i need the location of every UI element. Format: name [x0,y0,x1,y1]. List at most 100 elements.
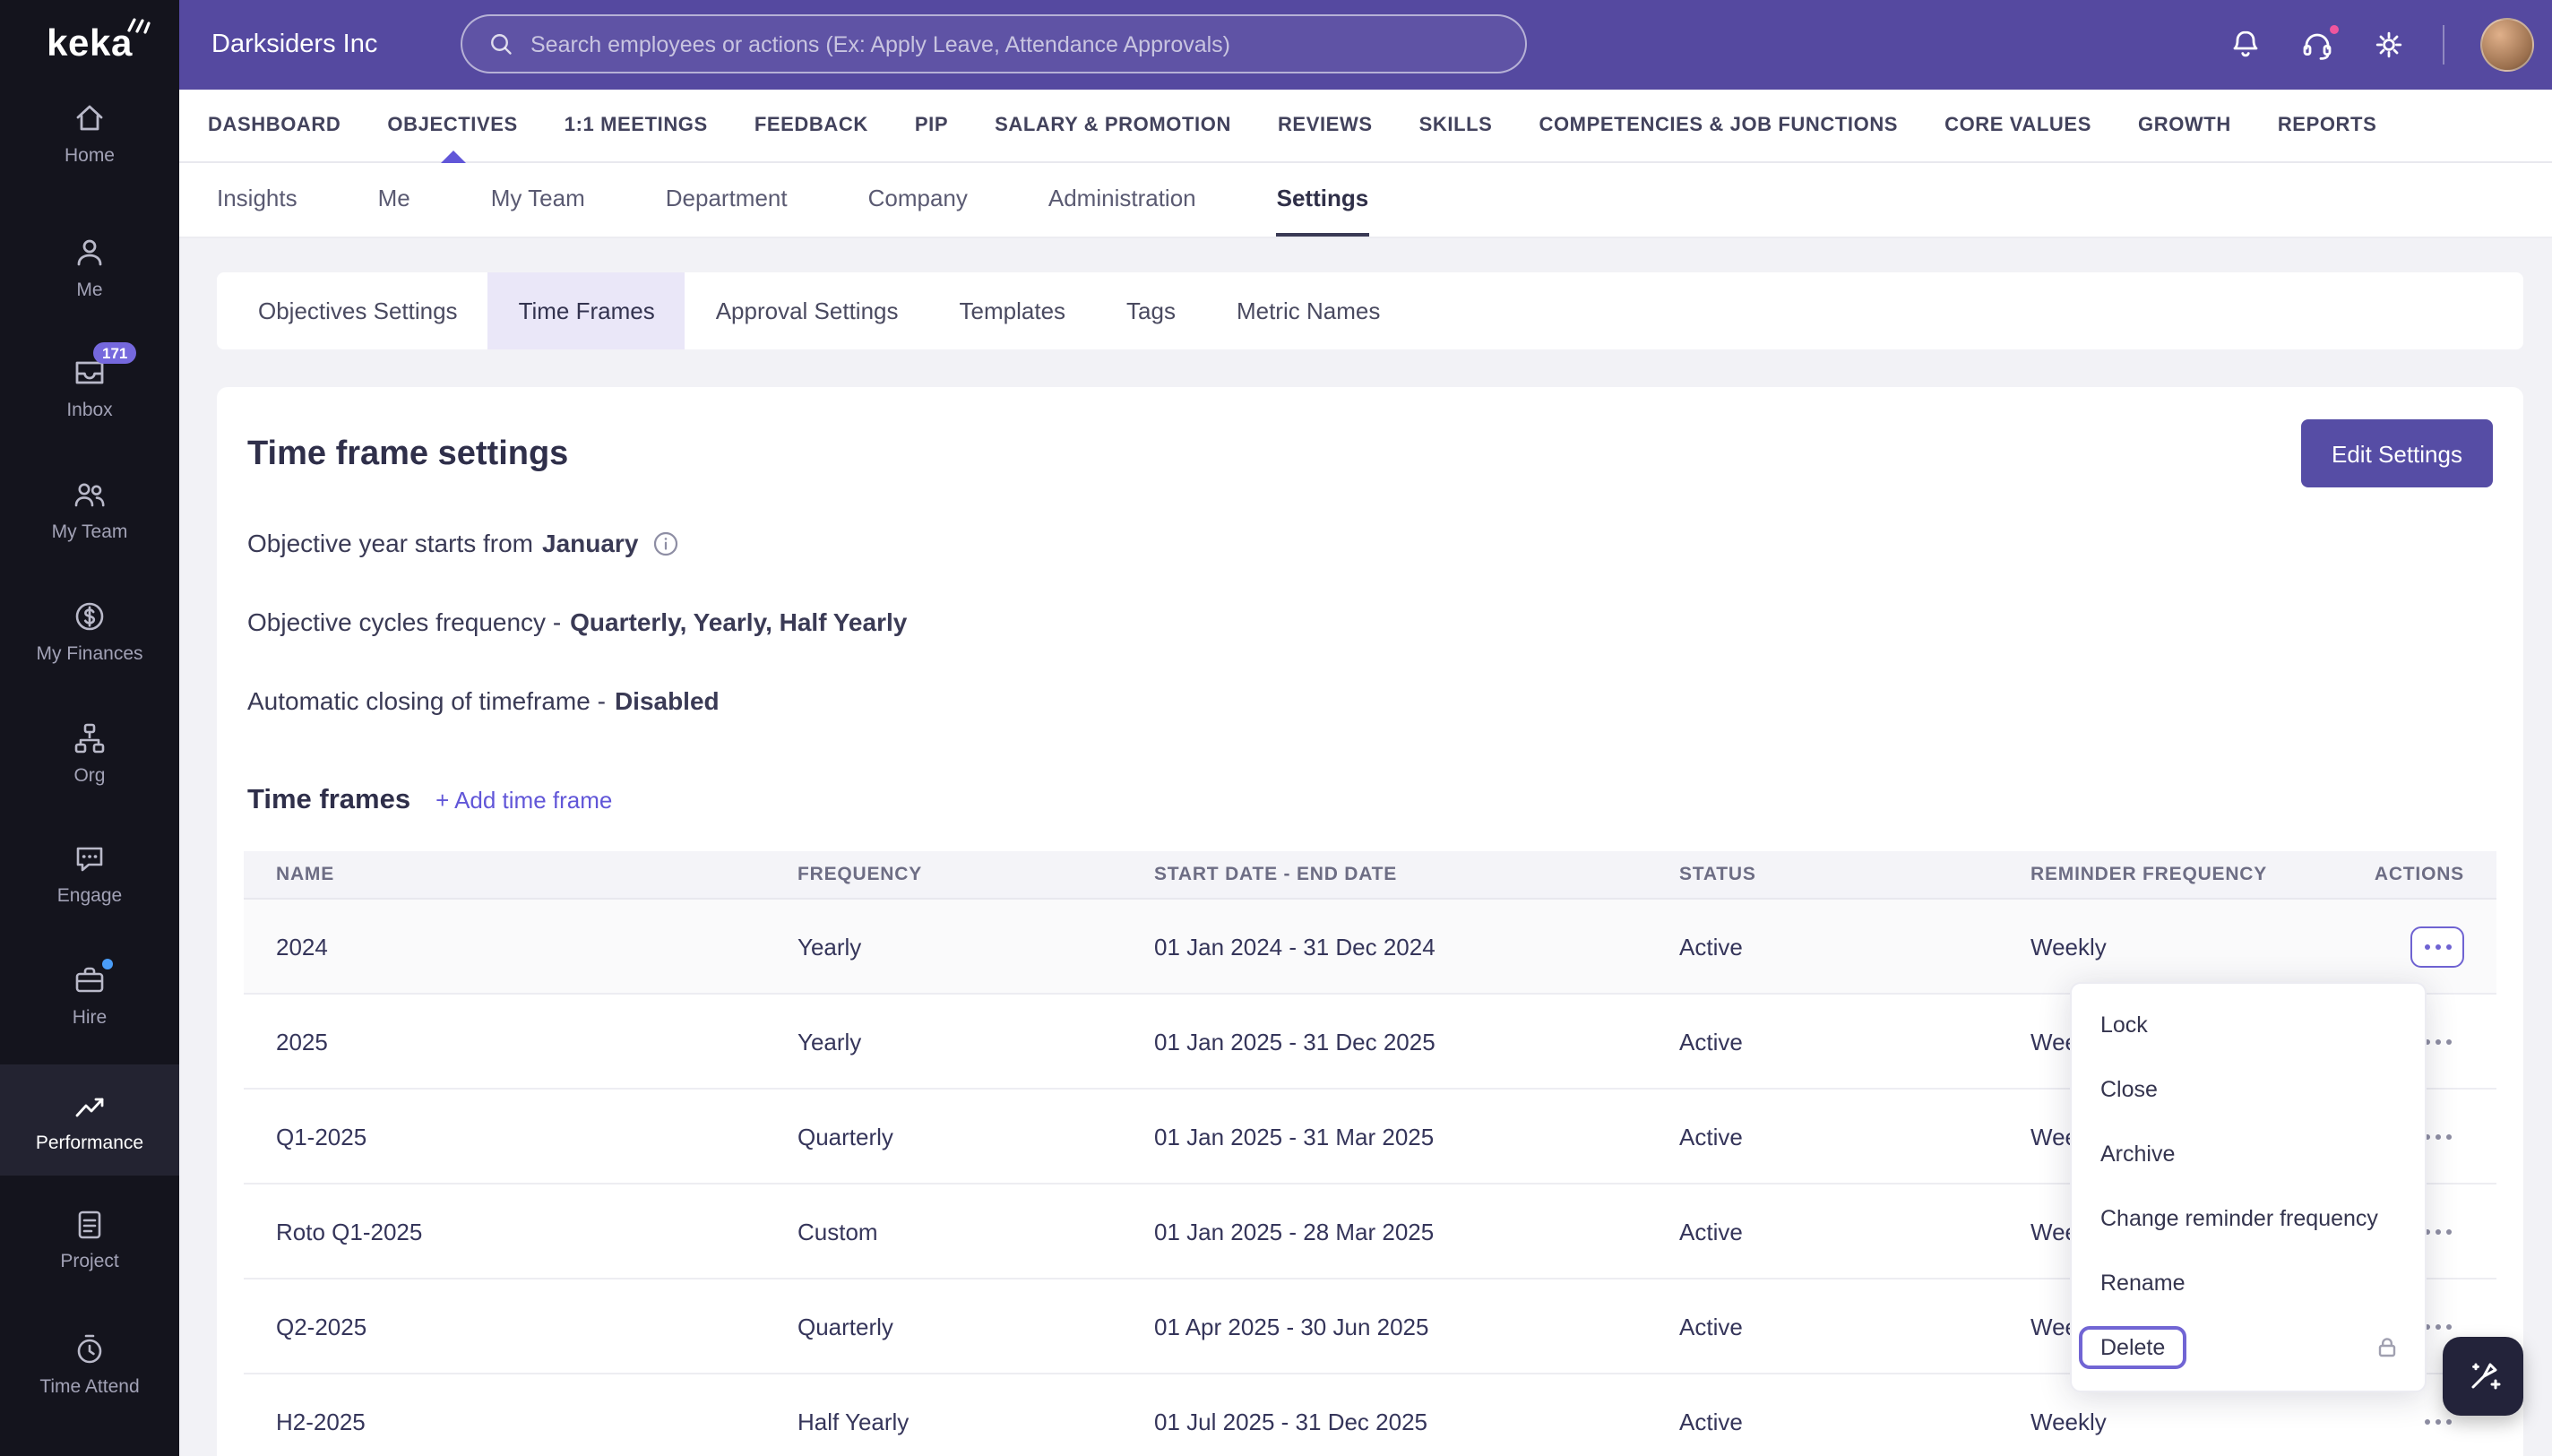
tab-1-1-meetings[interactable]: 1:1 MEETINGS [565,90,708,161]
tab-growth[interactable]: GROWTH [2138,90,2231,161]
cell-dates: 01 Apr 2025 - 30 Jun 2025 [1154,1313,1429,1340]
search-input[interactable] [530,31,1500,56]
topbar: Darksiders Inc [179,0,2552,90]
search-icon [491,34,512,55]
sectab-tags[interactable]: Tags [1096,272,1206,349]
home-icon [72,100,108,136]
sectab-approval-settings[interactable]: Approval Settings [685,272,929,349]
add-timeframe-link[interactable]: + Add time frame [435,787,612,814]
menu-item-archive[interactable]: Archive [2072,1122,2425,1186]
sidebar-label: Engage [56,885,123,907]
logo-slashes-icon [127,18,151,34]
notification-dot [2328,23,2341,36]
keka-logo[interactable]: keka [0,0,179,90]
edit-settings-button[interactable]: Edit Settings [2301,419,2493,487]
tab-label: DASHBOARD [208,115,341,136]
table-row: 2024 Yearly 01 Jan 2024 - 31 Dec 2024 Ac… [244,900,2496,995]
sidebar-item-performance[interactable]: Performance [0,1064,179,1176]
subtab-company[interactable]: Company [868,163,968,237]
col-actions: ACTIONS [2374,864,2464,885]
ai-writer-fab[interactable] [2443,1337,2523,1416]
col-name: NAME [276,864,335,885]
tab-skills[interactable]: SKILLS [1419,90,1493,161]
sidebar-label: Me [76,280,103,301]
support-headset-icon[interactable] [2299,23,2341,63]
tab-label: CORE VALUES [1944,115,2091,136]
global-search [461,14,1527,73]
cell-status: Active [1679,1408,1743,1434]
topbar-divider [2443,25,2444,65]
person-icon [72,235,108,271]
sectab-objectives-settings[interactable]: Objectives Settings [228,272,488,349]
logo-text: keka [47,23,133,65]
menu-item-rename[interactable]: Rename [2072,1251,2425,1315]
subtab-administration[interactable]: Administration [1048,163,1196,237]
tab-label: 1:1 MEETINGS [564,115,708,136]
info-icon[interactable] [652,530,679,556]
cell-name: Roto Q1-2025 [276,1218,423,1245]
subtab-settings[interactable]: Settings [1276,163,1369,237]
page-title: Time frame settings [247,435,569,473]
menu-item-close[interactable]: Close [2072,1057,2425,1122]
notifications-bell-icon[interactable] [2228,27,2263,63]
inbox-badge: 171 [93,342,137,363]
cell-dates: 01 Jul 2025 - 31 Dec 2025 [1154,1408,1427,1434]
tab-core-values[interactable]: CORE VALUES [1944,90,2091,161]
menu-item-change-reminder-frequency[interactable]: Change reminder frequency [2072,1186,2425,1251]
sidebar-item-inbox[interactable]: 171 Inbox [0,342,179,421]
objective-year-line: Objective year starts from January [247,529,679,557]
sidebar-item-org[interactable]: Org [0,720,179,787]
dollar-icon [72,599,108,634]
sidebar-item-me[interactable]: Me [0,235,179,301]
cell-frequency: Quarterly [798,1123,893,1150]
tab-feedback[interactable]: FEEDBACK [754,90,868,161]
tab-label: SALARY & PROMOTION [995,115,1231,136]
company-name: Darksiders Inc [211,30,378,59]
tab-competencies[interactable]: COMPETENCIES & JOB FUNCTIONS [1539,90,1898,161]
cell-name: Q1-2025 [276,1123,367,1150]
cell-frequency: Custom [798,1218,878,1245]
tab-objectives[interactable]: OBJECTIVES [387,90,518,163]
tab-salary-promotion[interactable]: SALARY & PROMOTION [995,90,1231,161]
sidebar-item-my-finances[interactable]: My Finances [0,599,179,665]
clock-icon [72,1331,108,1367]
engage-chat-icon [72,840,108,876]
sidebar-item-engage[interactable]: Engage [0,840,179,907]
tab-label: GROWTH [2138,115,2231,136]
sectab-time-frames[interactable]: Time Frames [487,272,685,349]
hire-dot [102,959,113,969]
col-frequency: FREQUENCY [798,864,923,885]
settings-gear-icon[interactable] [2371,27,2407,63]
tab-label: OBJECTIVES [387,115,518,136]
timeframes-title: Time frames [247,785,411,815]
tab-label: COMPETENCIES & JOB FUNCTIONS [1539,115,1899,136]
tab-pip[interactable]: PIP [915,90,948,161]
subtab-insights[interactable]: Insights [217,163,297,237]
primary-nav: DASHBOARD OBJECTIVES 1:1 MEETINGS FEEDBA… [179,90,2552,163]
sidebar-item-home[interactable]: Home [0,100,179,167]
tab-label: FEEDBACK [754,115,868,136]
menu-item-lock[interactable]: Lock [2072,993,2425,1057]
cell-dates: 01 Jan 2024 - 31 Dec 2024 [1154,933,1436,960]
table-header: NAME FREQUENCY START DATE - END DATE STA… [244,851,2496,900]
sidebar-item-time-attend[interactable]: Time Attend [0,1331,179,1398]
subtab-me[interactable]: Me [378,163,410,237]
sidebar-item-hire[interactable]: Hire [0,959,179,1029]
cell-reminder: Weekly [2030,933,2107,960]
cell-status: Active [1679,1028,1743,1055]
tab-reports[interactable]: REPORTS [2278,90,2377,161]
sidebar-label: Time Attend [39,1376,140,1398]
sidebar-item-project[interactable]: Project [0,1206,179,1272]
cycles-label: Objective cycles frequency - [247,607,562,636]
sectab-templates[interactable]: Templates [929,272,1097,349]
menu-item-delete[interactable]: Delete [2072,1315,2425,1380]
tab-reviews[interactable]: REVIEWS [1278,90,1373,161]
tab-dashboard[interactable]: DASHBOARD [208,90,341,161]
sidebar-item-my-team[interactable]: My Team [0,477,179,543]
subtab-department[interactable]: Department [666,163,788,237]
cycles-value: Quarterly, Yearly, Half Yearly [570,607,908,636]
subtab-my-team[interactable]: My Team [491,163,585,237]
sectab-metric-names[interactable]: Metric Names [1206,272,1410,349]
row-actions-button[interactable] [2410,926,2464,967]
user-avatar[interactable] [2480,18,2534,72]
